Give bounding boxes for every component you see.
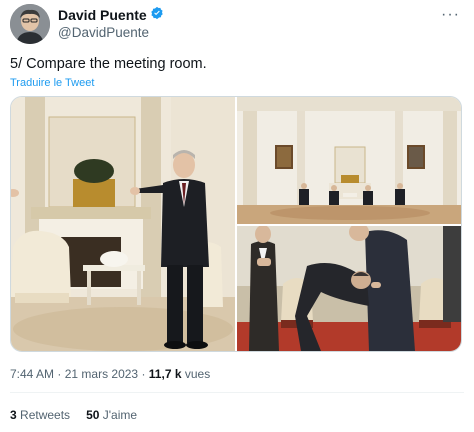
avatar[interactable] (10, 4, 50, 44)
meta-separator: · (141, 367, 146, 381)
views-label: vues (184, 367, 211, 381)
retweets-stat[interactable]: 3 Retweets (10, 408, 70, 422)
tweet-text: 5/ Compare the meeting room. (10, 56, 207, 72)
photo-meeting-handshake[interactable] (11, 97, 235, 351)
likes-stat[interactable]: 50 J'aime (86, 408, 137, 422)
tweet-time[interactable]: 7:44 AM (10, 367, 54, 381)
meta-separator: · (57, 367, 62, 381)
views-count: 11,7 k (148, 367, 182, 381)
author-names: David Puente @DavidPuente (58, 6, 164, 40)
author-handle[interactable]: @DavidPuente (58, 25, 164, 40)
media-grid (10, 96, 462, 352)
photo-bowing-guest[interactable] (237, 226, 461, 351)
tweet-stats: 3 Retweets 50 J'aime (10, 408, 137, 422)
retweets-count: 3 (10, 408, 17, 422)
retweets-label: Retweets (20, 408, 71, 422)
avatar-photo (10, 4, 50, 44)
divider (10, 392, 464, 393)
tweet-date[interactable]: 21 mars 2023 (65, 367, 138, 381)
translate-tweet-link[interactable]: Traduire le Tweet (10, 77, 94, 89)
verified-badge-icon (150, 6, 164, 25)
likes-count: 50 (86, 408, 100, 422)
tweet-header: David Puente @DavidPuente ··· (10, 4, 464, 48)
likes-label: J'aime (102, 408, 138, 422)
more-options-icon[interactable]: ··· (441, 6, 460, 24)
photo-meeting-room-wide[interactable] (237, 97, 461, 224)
author-display-name[interactable]: David Puente (58, 7, 147, 23)
tweet-meta: 7:44 AM · 21 mars 2023 · 11,7 k vues (10, 367, 210, 381)
